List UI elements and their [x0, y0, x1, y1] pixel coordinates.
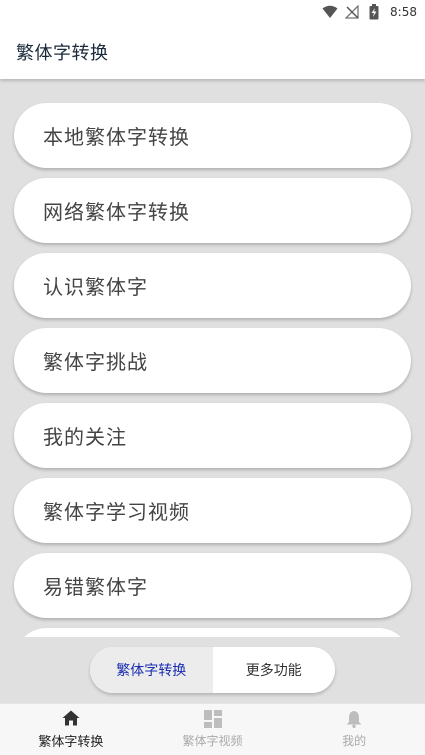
menu-item-network-convert[interactable]: 网络繁体字转换 — [14, 178, 411, 243]
menu-item-label: 易错繁体字 — [43, 575, 148, 599]
battery-charging-icon — [366, 4, 382, 20]
page-title: 繁体字转换 — [16, 42, 109, 64]
menu-item-label: 网络繁体字转换 — [43, 200, 190, 224]
bottom-nav: 繁体字转换 繁体字视频 我的 — [0, 703, 425, 755]
nav-label: 繁体字转换 — [38, 735, 104, 750]
menu-item-label: 繁体字挑战 — [43, 350, 148, 374]
menu-item-label: 繁体字学习视频 — [43, 500, 190, 524]
nav-label: 繁体字视频 — [182, 734, 243, 748]
home-icon — [61, 709, 81, 727]
menu-item-label: 我的关注 — [43, 425, 127, 449]
menu-item-my-follows[interactable]: 我的关注 — [14, 403, 411, 468]
menu-item-partial[interactable] — [14, 628, 411, 637]
segment-label: 更多功能 — [245, 663, 302, 679]
nav-item-convert[interactable]: 繁体字转换 — [0, 704, 142, 755]
menu-item-common-mistakes[interactable]: 易错繁体字 — [14, 553, 411, 618]
no-signal-icon — [344, 4, 360, 20]
segment-label: 繁体字转换 — [116, 663, 187, 679]
menu-item-local-convert[interactable]: 本地繁体字转换 — [14, 103, 411, 168]
menu-item-learn-traditional[interactable]: 认识繁体字 — [14, 253, 411, 318]
menu-item-label: 本地繁体字转换 — [43, 125, 190, 149]
nav-item-mine[interactable]: 我的 — [283, 704, 425, 755]
screen: 8:58 繁体字转换 本地繁体字转换 网络繁体字转换 认识繁体字 繁体字挑战 我… — [0, 0, 425, 755]
segmented-switch: 繁体字转换 更多功能 — [90, 647, 335, 693]
bell-icon — [344, 710, 364, 728]
segment-convert[interactable]: 繁体字转换 — [90, 647, 213, 693]
dashboard-icon — [203, 710, 223, 728]
menu-item-study-videos[interactable]: 繁体字学习视频 — [14, 478, 411, 543]
menu-list[interactable]: 本地繁体字转换 网络繁体字转换 认识繁体字 繁体字挑战 我的关注 繁体字学习视频… — [0, 79, 425, 637]
status-time: 8:58 — [390, 5, 417, 19]
status-bar: 8:58 — [0, 0, 425, 24]
wifi-icon — [322, 4, 338, 20]
segment-more-features[interactable]: 更多功能 — [213, 647, 336, 693]
menu-item-challenge[interactable]: 繁体字挑战 — [14, 328, 411, 393]
menu-item-label: 认识繁体字 — [43, 275, 148, 299]
nav-label: 我的 — [342, 734, 367, 748]
nav-item-videos[interactable]: 繁体字视频 — [142, 704, 284, 755]
app-bar: 繁体字转换 — [0, 24, 425, 79]
